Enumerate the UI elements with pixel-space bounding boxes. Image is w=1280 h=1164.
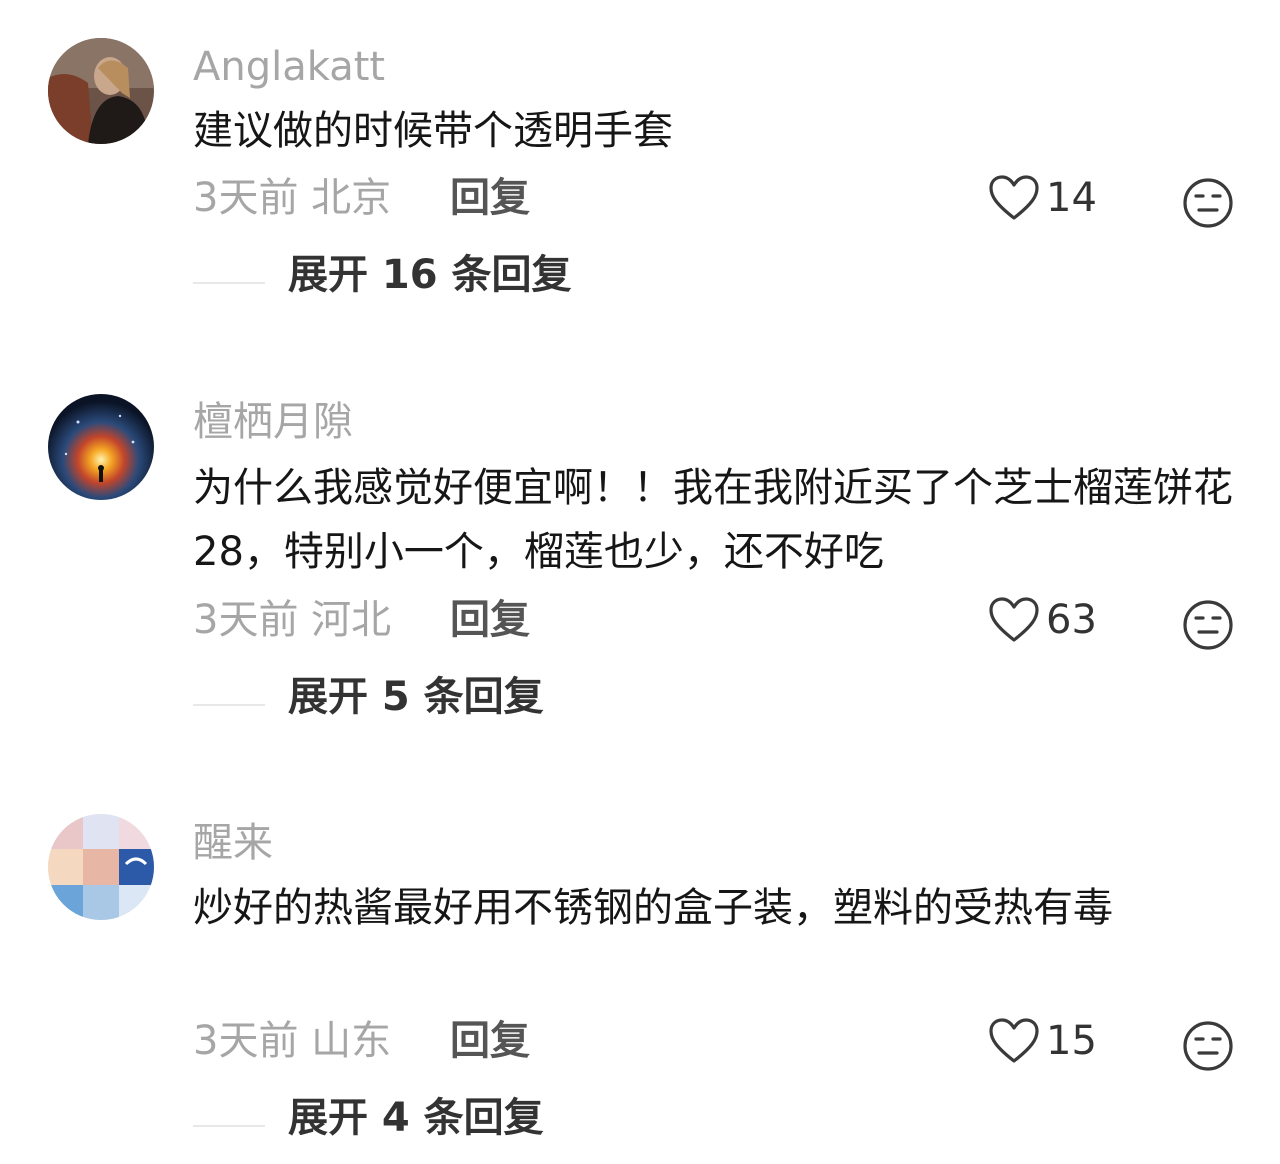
neutral-face-icon	[1183, 1021, 1233, 1071]
heart-outline-icon	[989, 175, 1039, 220]
avatar-galaxy-icon	[48, 394, 154, 500]
comment-text: 为什么我感觉好便宜啊！！我在我附近买了个芝士榴莲饼花28，特别小一个，榴莲也少，…	[193, 465, 1233, 575]
username[interactable]: 醒来	[193, 818, 273, 868]
reply-button[interactable]: 回复	[450, 1016, 530, 1066]
reply-button[interactable]: 回复	[450, 595, 530, 645]
heart-outline-icon	[989, 1018, 1039, 1063]
dislike-button[interactable]	[1181, 176, 1235, 230]
expand-replies-button[interactable]: 展开 5 条回复	[288, 672, 544, 722]
expand-replies-button[interactable]: 展开 4 条回复	[288, 1093, 544, 1143]
divider-line	[193, 704, 265, 706]
dislike-button[interactable]	[1181, 1019, 1235, 1073]
username[interactable]: Anglakatt	[193, 42, 385, 92]
expand-replies-button[interactable]: 展开 16 条回复	[288, 250, 572, 300]
avatar-photo-icon	[48, 38, 154, 144]
heart-outline-icon	[989, 597, 1039, 642]
time-location: 3天前 河北	[193, 597, 392, 643]
avatar[interactable]	[48, 38, 154, 144]
username[interactable]: 檀栖月隙	[193, 397, 353, 447]
divider-line	[193, 282, 265, 284]
like-count: 14	[1046, 175, 1097, 221]
avatar[interactable]	[48, 814, 154, 920]
like-button[interactable]: 63	[986, 592, 1097, 648]
like-count: 63	[1046, 597, 1097, 643]
like-button[interactable]: 14	[986, 170, 1097, 226]
comment-text: 炒好的热酱最好用不锈钢的盒子装，塑料的受热有毒	[193, 885, 1113, 931]
time-location: 3天前 北京	[193, 175, 392, 221]
neutral-face-icon	[1183, 178, 1233, 228]
reply-button[interactable]: 回复	[450, 173, 530, 223]
like-count: 15	[1046, 1018, 1097, 1064]
avatar-collage-icon	[48, 814, 154, 920]
dislike-button[interactable]	[1181, 598, 1235, 652]
avatar[interactable]	[48, 394, 154, 500]
time-location: 3天前 山东	[193, 1018, 392, 1064]
like-button[interactable]: 15	[986, 1013, 1097, 1069]
comment-text: 建议做的时候带个透明手套	[193, 108, 673, 154]
divider-line	[193, 1125, 265, 1127]
neutral-face-icon	[1183, 600, 1233, 650]
